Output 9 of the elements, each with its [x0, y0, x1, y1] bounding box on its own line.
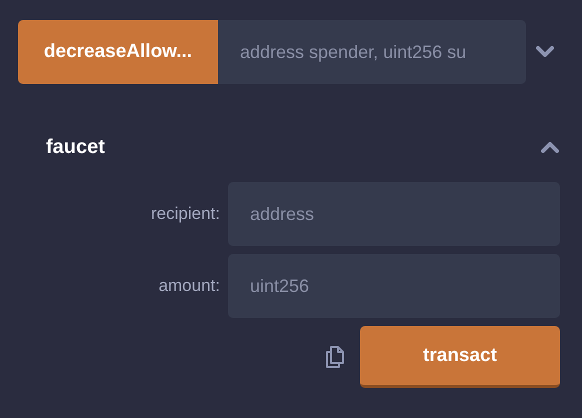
arguments-field[interactable]: address spender, uint256 su	[218, 20, 526, 84]
parameter-field[interactable]: uint256	[228, 254, 560, 318]
parameter-label: recipient:	[151, 204, 220, 224]
copy-icon[interactable]	[324, 345, 346, 369]
function-button[interactable]: decreaseAllow...	[18, 20, 218, 84]
parameter-field[interactable]: address	[228, 182, 560, 246]
function-title: faucet	[46, 136, 105, 158]
parameter-label: amount:	[158, 276, 220, 296]
transact-button[interactable]: transact	[360, 326, 560, 388]
